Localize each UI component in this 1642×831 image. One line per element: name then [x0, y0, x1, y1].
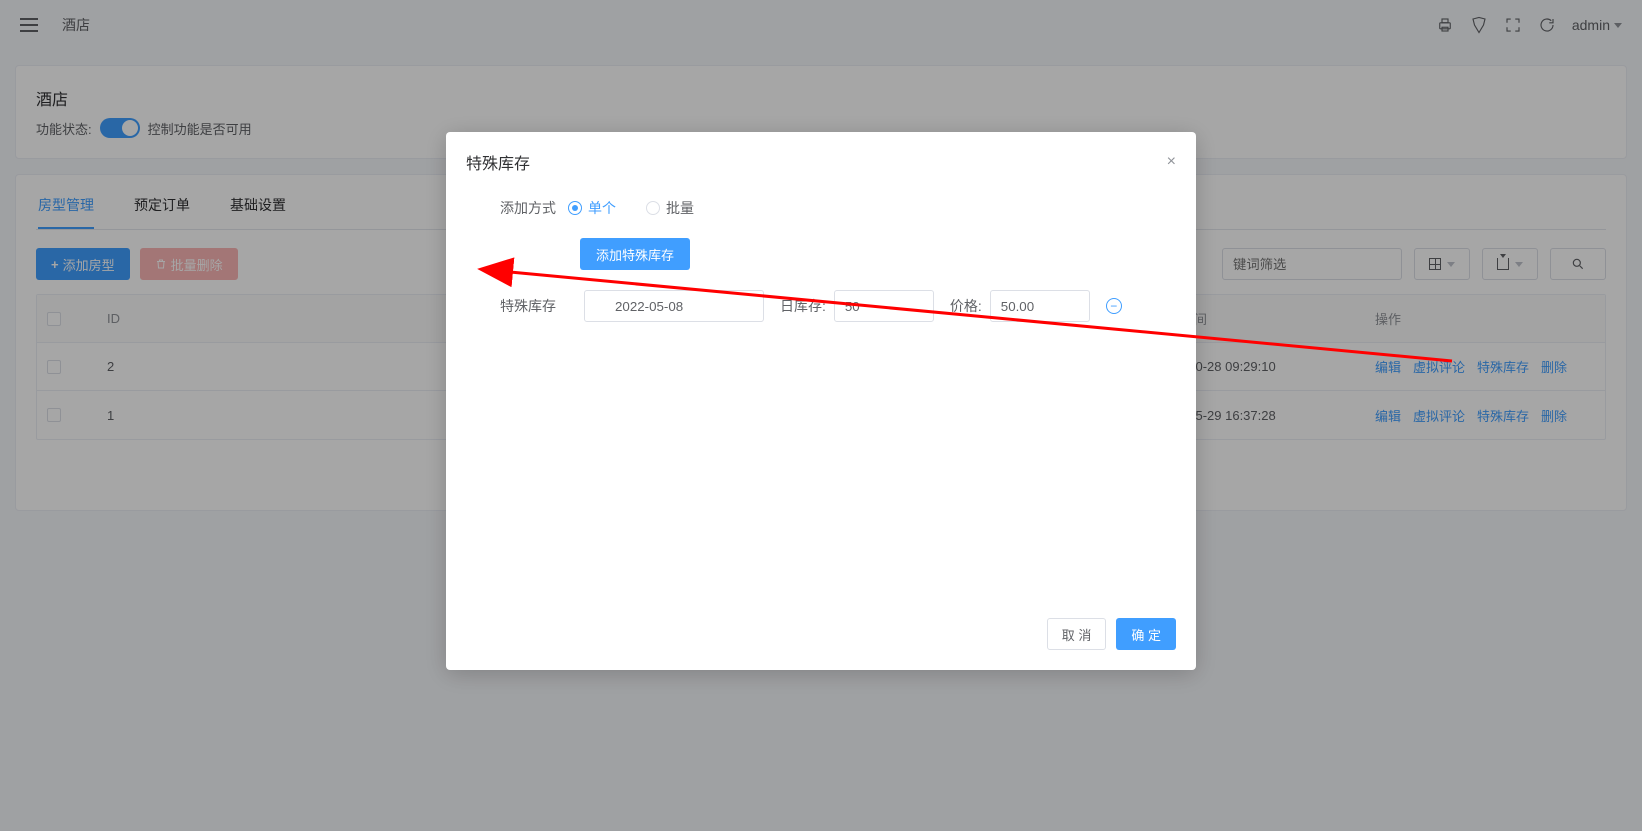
add-mode-row: 添加方式 单个 批量 — [486, 198, 1156, 218]
radio-dot-icon — [568, 201, 582, 215]
date-field — [584, 290, 764, 322]
add-special-stock-button[interactable]: 添加特殊库存 — [580, 238, 690, 270]
day-stock-label: 日库存: — [780, 296, 826, 316]
remove-entry-icon[interactable]: − — [1106, 298, 1122, 314]
close-icon[interactable]: × — [1167, 153, 1176, 171]
add-mode-label: 添加方式 — [486, 198, 556, 218]
price-label: 价格: — [950, 296, 982, 316]
confirm-button[interactable]: 确 定 — [1116, 618, 1176, 650]
price-input[interactable] — [990, 290, 1090, 322]
special-stock-label: 特殊库存 — [486, 296, 556, 316]
add-special-row: 添加特殊库存 — [486, 238, 1156, 270]
radio-dot-icon — [646, 201, 660, 215]
cancel-button[interactable]: 取 消 — [1047, 618, 1107, 650]
modal-body: 添加方式 单个 批量 添加特殊库存 特殊库存 日库存: — [446, 174, 1196, 606]
radio-single-label: 单个 — [588, 198, 616, 218]
radio-single[interactable]: 单个 — [568, 198, 616, 218]
stock-entry-row: 特殊库存 日库存: 价格: − — [486, 290, 1156, 322]
special-stock-modal: 特殊库存 × 添加方式 单个 批量 添加特殊库存 特殊库存 — [446, 132, 1196, 670]
modal-header: 特殊库存 × — [446, 132, 1196, 174]
radio-batch-label: 批量 — [666, 198, 694, 218]
day-stock-input[interactable] — [834, 290, 934, 322]
price-field: 价格: — [950, 290, 1090, 322]
day-stock-field: 日库存: — [780, 290, 934, 322]
stock-date-input[interactable] — [584, 290, 764, 322]
modal-footer: 取 消 确 定 — [446, 606, 1196, 670]
modal-title: 特殊库存 — [466, 150, 530, 174]
radio-batch[interactable]: 批量 — [646, 198, 694, 218]
